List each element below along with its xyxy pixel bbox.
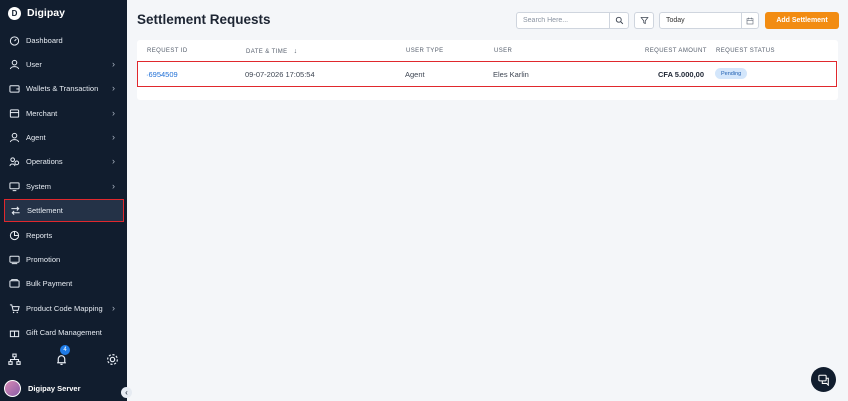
- column-header-user-type[interactable]: USER TYPE: [406, 48, 444, 54]
- sidebar: D Digipay Dashboard User › Wallets & Tra…: [0, 0, 132, 401]
- column-header-label: DATE & TIME: [246, 49, 288, 55]
- sidebar-item-label: Promotion: [26, 255, 61, 264]
- sidebar-item-settlement[interactable]: Settlement: [4, 199, 124, 222]
- wallet-icon: [9, 83, 20, 94]
- collapse-sidebar-button[interactable]: ‹: [121, 387, 132, 398]
- date-range-value: Today: [666, 17, 685, 24]
- agent-icon: [9, 132, 20, 143]
- filter-button[interactable]: [634, 12, 654, 29]
- gift-icon: [9, 327, 20, 338]
- sidebar-item-wallets[interactable]: Wallets & Transaction ›: [4, 77, 124, 100]
- sidebar-item-label: Bulk Payment: [26, 279, 73, 288]
- sidebar-item-label: Settlement: [27, 206, 63, 215]
- monitor-icon: [9, 181, 20, 192]
- chevron-right-icon: ›: [112, 132, 115, 142]
- search-icon: [615, 16, 623, 25]
- chevron-right-icon: ›: [112, 83, 115, 93]
- user-profile[interactable]: Digipay Server: [4, 380, 81, 397]
- sidebar-item-bulk-payment[interactable]: Bulk Payment: [4, 272, 124, 295]
- user-type: Agent: [405, 70, 425, 79]
- sidebar-item-dashboard[interactable]: Dashboard: [4, 29, 124, 52]
- status-badge: Pending: [715, 68, 748, 79]
- sidebar-item-operations[interactable]: Operations ›: [4, 150, 124, 173]
- sidebar-item-label: Agent: [26, 133, 46, 142]
- calendar-icon[interactable]: [741, 13, 758, 28]
- sidebar-item-label: Wallets & Transaction: [26, 84, 99, 93]
- date-range-picker[interactable]: Today: [659, 12, 759, 29]
- request-id-link[interactable]: ·6954509: [146, 70, 178, 79]
- request-amount: CFA 5.000,00: [658, 70, 704, 79]
- brand-logo-icon: D: [8, 6, 21, 20]
- chevron-right-icon: ›: [112, 59, 115, 69]
- notification-badge: 4: [60, 345, 70, 355]
- notification-bell-icon[interactable]: [55, 353, 68, 366]
- column-header-user[interactable]: USER: [494, 48, 512, 54]
- operations-icon: [9, 156, 20, 167]
- profile-name: Digipay Server: [28, 384, 81, 393]
- chevron-right-icon: ›: [112, 303, 115, 313]
- avatar: [4, 380, 21, 397]
- brand[interactable]: D Digipay: [8, 5, 65, 21]
- org-chart-icon[interactable]: [8, 353, 21, 366]
- chevron-right-icon: ›: [112, 108, 115, 118]
- settlement-table: REQUEST ID DATE & TIME ↓ USER TYPE USER …: [137, 40, 838, 100]
- search-button[interactable]: [609, 12, 629, 29]
- sidebar-item-label: Gift Card Management: [26, 328, 102, 337]
- pie-chart-icon: [9, 230, 20, 241]
- sidebar-item-product-code-mapping[interactable]: Product Code Mapping ›: [4, 297, 124, 320]
- sidebar-item-label: Dashboard: [26, 36, 63, 45]
- sidebar-item-label: System: [26, 182, 52, 191]
- chat-support-button[interactable]: [811, 367, 836, 392]
- swap-arrows-icon: [10, 205, 21, 216]
- column-header-request-id[interactable]: REQUEST ID: [147, 48, 188, 54]
- gear-icon[interactable]: [106, 353, 119, 366]
- merchant-icon: [9, 108, 20, 119]
- request-datetime: 09-07-2026 17:05:54: [245, 70, 315, 79]
- page-title: Settlement Requests: [137, 12, 271, 27]
- chat-icon: [817, 374, 829, 386]
- dashboard-icon: [9, 35, 20, 46]
- promotion-icon: [9, 254, 20, 265]
- bulk-payment-icon: [9, 278, 20, 289]
- sidebar-item-system[interactable]: System ›: [4, 175, 124, 198]
- table-row[interactable]: ·6954509 09-07-2026 17:05:54 Agent Eles …: [137, 61, 837, 87]
- sidebar-item-label: Operations: [26, 157, 63, 166]
- sidebar-item-label: Product Code Mapping: [26, 304, 103, 313]
- sidebar-item-gift-card-management[interactable]: Gift Card Management: [4, 321, 124, 344]
- column-header-request-status[interactable]: REQUEST STATUS: [716, 48, 775, 54]
- chevron-right-icon: ›: [112, 156, 115, 166]
- user-icon: [9, 59, 20, 70]
- chevron-right-icon: ›: [112, 181, 115, 191]
- sort-arrow-icon: ↓: [293, 48, 298, 55]
- cart-icon: [9, 303, 20, 314]
- sidebar-toolbar: 4: [0, 345, 127, 372]
- sidebar-item-label: Reports: [26, 231, 53, 240]
- filter-icon: [639, 17, 649, 25]
- sidebar-item-promotion[interactable]: Promotion: [4, 248, 124, 271]
- sidebar-item-agent[interactable]: Agent ›: [4, 126, 124, 149]
- sidebar-item-label: User: [26, 60, 42, 69]
- add-settlement-button[interactable]: Add Settlement: [765, 12, 839, 29]
- column-header-date-time[interactable]: DATE & TIME ↓: [246, 48, 298, 55]
- sidebar-item-reports[interactable]: Reports: [4, 224, 124, 247]
- brand-name: Digipay: [27, 7, 65, 19]
- column-header-request-amount[interactable]: REQUEST AMOUNT: [645, 48, 707, 54]
- search-input[interactable]: [516, 12, 610, 29]
- user-name: Eles Karlin: [493, 70, 529, 79]
- sidebar-item-merchant[interactable]: Merchant ›: [4, 102, 124, 125]
- sidebar-item-user[interactable]: User ›: [4, 53, 124, 76]
- sidebar-item-label: Merchant: [26, 109, 58, 118]
